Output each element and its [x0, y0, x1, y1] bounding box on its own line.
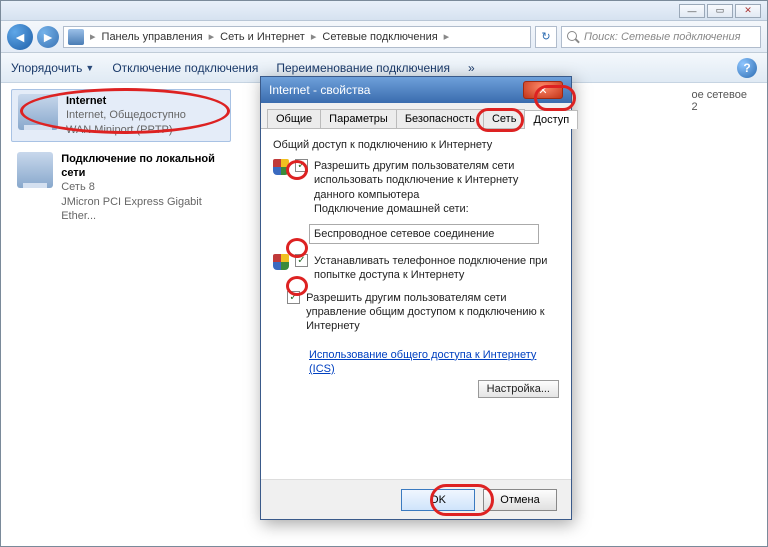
tab-security[interactable]: Безопасность: [396, 109, 484, 128]
minimize-button[interactable]: —: [679, 4, 705, 18]
chevron-right-icon: ▸: [205, 30, 219, 43]
section-title: Общий доступ к подключению к Интернету: [273, 139, 559, 151]
connection-sub: Сеть 8: [61, 181, 95, 193]
rename-connection-button[interactable]: Переименование подключения: [276, 61, 450, 75]
forward-button[interactable]: ►: [37, 26, 59, 48]
shield-icon: [273, 254, 289, 270]
dialog-body: Общий доступ к подключению к Интернету ✓…: [261, 129, 571, 479]
breadcrumb-item[interactable]: Сеть и Интернет: [220, 31, 305, 43]
allow-sharing-row: ✓ Разрешить другим пользователям сети ис…: [273, 159, 559, 216]
connection-icon: [18, 94, 58, 130]
truncated-connection-info: ое сетевое 2: [691, 89, 747, 113]
allow-sharing-label: Разрешить другим пользователям сети испо…: [314, 159, 559, 216]
chevron-down-icon: ▼: [85, 63, 94, 73]
window-titlebar: — ▭ ✕: [1, 1, 767, 21]
home-network-dropdown[interactable]: Беспроводное сетевое соединение: [309, 224, 539, 244]
allow-control-checkbox[interactable]: ✓: [287, 291, 300, 304]
dialog-close-button[interactable]: ✕: [523, 81, 563, 99]
tab-network[interactable]: Сеть: [483, 109, 525, 128]
chevron-right-icon: ▸: [86, 30, 100, 43]
help-icon[interactable]: ?: [737, 58, 757, 78]
connection-sub: Internet, Общедоступно: [66, 109, 186, 121]
connection-name: Подключение по локальной сети: [61, 153, 215, 179]
close-button[interactable]: ✕: [735, 4, 761, 18]
connection-item-lan[interactable]: Подключение по локальной сети Сеть 8 JMi…: [11, 148, 231, 227]
tab-general[interactable]: Общие: [267, 109, 321, 128]
allow-control-label: Разрешить другим пользователям сети упра…: [306, 291, 559, 334]
chk-text: Разрешить другим пользователям сети испо…: [314, 160, 518, 201]
search-input[interactable]: Поиск: Сетевые подключения: [561, 26, 761, 48]
location-icon: [68, 29, 84, 45]
breadcrumb-item[interactable]: Панель управления: [102, 31, 203, 43]
home-net-label: Подключение домашней сети:: [314, 203, 469, 215]
nav-bar: ◄ ► ▸ Панель управления ▸ Сеть и Интерне…: [1, 21, 767, 53]
chevron-right-icon: ▸: [440, 30, 454, 43]
dial-on-demand-checkbox[interactable]: ✓: [295, 254, 308, 267]
refresh-button[interactable]: ↻: [535, 26, 557, 48]
chevron-right-icon: ▸: [307, 30, 321, 43]
breadcrumb[interactable]: ▸ Панель управления ▸ Сеть и Интернет ▸ …: [63, 26, 531, 48]
dialog-title-text: Internet - свойства: [269, 83, 370, 97]
tab-parameters[interactable]: Параметры: [320, 109, 397, 128]
organize-label: Упорядочить: [11, 61, 82, 75]
connection-icon: [17, 152, 53, 188]
tab-sharing[interactable]: Доступ: [524, 110, 578, 129]
info-line: ое сетевое: [691, 89, 747, 101]
shield-icon: [273, 159, 289, 175]
maximize-button[interactable]: ▭: [707, 4, 733, 18]
connection-text: Internet Internet, Общедоступно WAN Mini…: [66, 94, 186, 137]
connection-name: Internet: [66, 95, 106, 107]
search-icon: [566, 30, 580, 44]
connection-sub: WAN Miniport (PPTP): [66, 124, 173, 136]
dial-on-demand-label: Устанавливать телефонное подключение при…: [314, 254, 559, 283]
connection-sub: JMicron PCI Express Gigabit Ether...: [61, 196, 202, 222]
allow-sharing-checkbox[interactable]: ✓: [295, 159, 308, 172]
dialog-footer: OK Отмена: [261, 479, 571, 519]
properties-dialog: Internet - свойства ✕ Общие Параметры Бе…: [260, 76, 572, 520]
cancel-button[interactable]: Отмена: [483, 489, 557, 511]
ok-button[interactable]: OK: [401, 489, 475, 511]
organize-menu[interactable]: Упорядочить ▼: [11, 61, 94, 75]
breadcrumb-item[interactable]: Сетевые подключения: [322, 31, 437, 43]
more-button[interactable]: »: [468, 61, 475, 75]
back-button[interactable]: ◄: [7, 24, 33, 50]
connection-text: Подключение по локальной сети Сеть 8 JMi…: [61, 152, 225, 223]
info-line: 2: [691, 101, 747, 113]
dial-on-demand-row: ✓ Устанавливать телефонное подключение п…: [273, 254, 559, 283]
search-placeholder: Поиск: Сетевые подключения: [584, 31, 741, 43]
dialog-titlebar[interactable]: Internet - свойства ✕: [261, 77, 571, 103]
settings-button[interactable]: Настройка...: [478, 380, 559, 398]
allow-control-row: ✓ Разрешить другим пользователям сети уп…: [273, 291, 559, 334]
ics-help-link[interactable]: Использование общего доступа к Интернету…: [309, 348, 559, 377]
connection-item-internet[interactable]: Internet Internet, Общедоступно WAN Mini…: [11, 89, 231, 142]
tab-strip: Общие Параметры Безопасность Сеть Доступ: [261, 103, 571, 129]
disable-connection-button[interactable]: Отключение подключения: [112, 61, 258, 75]
